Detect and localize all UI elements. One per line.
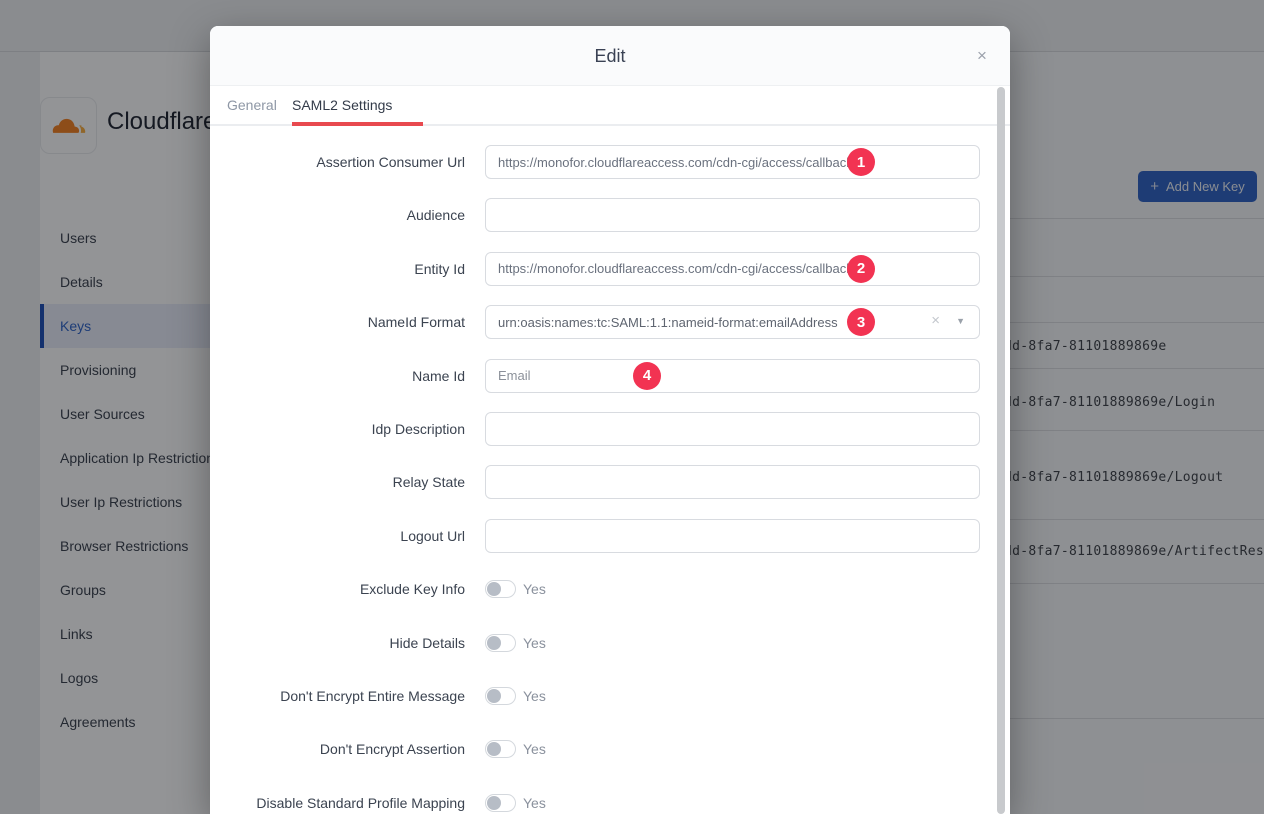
toggle-knob bbox=[487, 742, 501, 756]
field-label: Disable Standard Profile Mapping bbox=[210, 795, 465, 811]
annotation-badge-2: 2 bbox=[847, 255, 875, 283]
nameid-format-value: urn:oasis:names:tc:SAML:1.1:nameid-forma… bbox=[498, 315, 838, 330]
modal-scrollbar-thumb[interactable] bbox=[997, 87, 1005, 814]
modal-title: Edit bbox=[210, 26, 1010, 86]
field-label: Exclude Key Info bbox=[210, 581, 465, 597]
clear-icon[interactable]: × bbox=[931, 313, 940, 328]
assertion-consumer-url-input[interactable] bbox=[485, 145, 980, 179]
toggle-knob bbox=[487, 796, 501, 810]
toggle-state-label: Yes bbox=[523, 635, 546, 651]
tab-saml2-settings[interactable]: SAML2 Settings bbox=[292, 86, 392, 124]
field-label: Name Id bbox=[210, 368, 465, 384]
toggle-state-label: Yes bbox=[523, 795, 546, 811]
name-id-input[interactable] bbox=[485, 359, 980, 393]
tab-general[interactable]: General bbox=[227, 86, 277, 124]
relay-state-input[interactable] bbox=[485, 465, 980, 499]
hide-details-toggle[interactable] bbox=[485, 634, 516, 652]
annotation-badge-4: 4 bbox=[633, 362, 661, 390]
field-label: Audience bbox=[210, 207, 465, 223]
annotation-badge-3: 3 bbox=[847, 308, 875, 336]
nameid-format-select[interactable]: urn:oasis:names:tc:SAML:1.1:nameid-forma… bbox=[485, 305, 980, 339]
field-label: Assertion Consumer Url bbox=[210, 154, 465, 170]
field-label: Idp Description bbox=[210, 421, 465, 437]
logout-url-input[interactable] bbox=[485, 519, 980, 553]
toggle-knob bbox=[487, 582, 501, 596]
entity-id-input[interactable] bbox=[485, 252, 980, 286]
field-label: Don't Encrypt Entire Message bbox=[210, 688, 465, 704]
toggle-knob bbox=[487, 689, 501, 703]
field-label: Logout Url bbox=[210, 528, 465, 544]
toggle-knob bbox=[487, 636, 501, 650]
annotation-badge-1: 1 bbox=[847, 148, 875, 176]
modal-header: Edit × bbox=[210, 26, 1010, 86]
edit-modal: Edit × General SAML2 Settings Assertion … bbox=[210, 26, 1010, 814]
active-tab-indicator bbox=[292, 122, 423, 126]
toggle-state-label: Yes bbox=[523, 688, 546, 704]
field-label: Relay State bbox=[210, 474, 465, 490]
disable-standard-profile-mapping-toggle[interactable] bbox=[485, 794, 516, 812]
field-label: Entity Id bbox=[210, 261, 465, 277]
idp-description-input[interactable] bbox=[485, 412, 980, 446]
audience-input[interactable] bbox=[485, 198, 980, 232]
dont-encrypt-assertion-toggle[interactable] bbox=[485, 740, 516, 758]
field-label: Hide Details bbox=[210, 635, 465, 651]
modal-body: Assertion Consumer Url 1 Audience Entity… bbox=[210, 128, 1010, 814]
dont-encrypt-entire-message-toggle[interactable] bbox=[485, 687, 516, 705]
caret-down-icon[interactable]: ▼ bbox=[956, 317, 965, 326]
close-icon[interactable]: × bbox=[970, 44, 994, 68]
field-label: NameId Format bbox=[210, 314, 465, 330]
exclude-key-info-toggle[interactable] bbox=[485, 580, 516, 598]
field-label: Don't Encrypt Assertion bbox=[210, 741, 465, 757]
toggle-state-label: Yes bbox=[523, 581, 546, 597]
toggle-state-label: Yes bbox=[523, 741, 546, 757]
modal-tabs: General SAML2 Settings bbox=[210, 86, 1010, 126]
